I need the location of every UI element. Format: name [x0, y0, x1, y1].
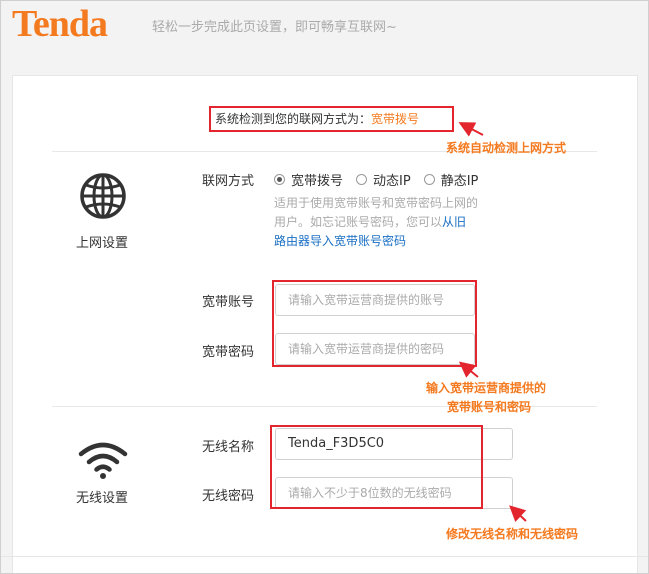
annotation-auto-detect: 系统自动检测上网方式: [446, 141, 567, 155]
divider-bottom: [0, 556, 649, 557]
radio-static-circle[interactable]: [423, 174, 435, 185]
annotation-isp-line1: 输入宽带运营商提供的: [426, 381, 547, 395]
radio-dhcp-label: 动态IP: [373, 174, 411, 189]
ssid-label: 无线名称: [202, 440, 255, 455]
internet-section-title: 上网设置: [75, 236, 128, 251]
ssid-input[interactable]: Tenda_F3D5C0: [275, 428, 513, 460]
detect-prefix: 系统检测到您的联网方式为：: [215, 112, 372, 126]
header-slogan: 轻松一步完成此页设置，即可畅享互联网~: [152, 20, 397, 35]
radio-dhcp[interactable]: 动态IP: [356, 170, 411, 189]
wireless-section-title: 无线设置: [75, 491, 128, 506]
account-label: 宽带账号: [202, 295, 255, 310]
radio-static-label: 静态IP: [440, 174, 479, 189]
radio-dhcp-circle[interactable]: [356, 174, 368, 185]
radio-pppoe-label: 宽带拨号: [291, 174, 344, 189]
wifi-password-label: 无线密码: [202, 489, 255, 504]
tenda-logo: Tenda: [12, 3, 108, 45]
radio-pppoe-circle[interactable]: [274, 174, 285, 185]
mode-label: 联网方式: [202, 174, 255, 189]
detect-value: 宽带拨号: [371, 112, 420, 126]
header: Tenda 轻松一步完成此页设置，即可畅享互联网~: [0, 0, 649, 50]
detect-result: 系统检测到您的联网方式为：宽带拨号: [209, 106, 454, 132]
wifi-password-input[interactable]: 请输入不少于8位数的无线密码: [275, 477, 513, 509]
pppoe-account-input[interactable]: 请输入宽带运营商提供的账号: [275, 284, 475, 316]
pppoe-help-text: 适用于使用宽带账号和宽带密码上网的用户。如忘记账号密码，您可以从旧路由器导入宽带…: [274, 194, 478, 251]
radio-pppoe[interactable]: 宽带拨号: [274, 170, 343, 189]
mode-radio-group: 宽带拨号 动态IP 静态IP: [274, 170, 491, 189]
globe-icon: [79, 172, 127, 224]
annotation-wireless: 修改无线名称和无线密码: [446, 527, 579, 541]
password-label: 宽带密码: [202, 345, 255, 360]
pppoe-password-input[interactable]: 请输入宽带运营商提供的密码: [275, 333, 475, 365]
annotation-isp-line2: 宽带账号和密码: [447, 400, 532, 414]
wifi-icon: [78, 442, 128, 484]
radio-static[interactable]: 静态IP: [423, 170, 479, 189]
